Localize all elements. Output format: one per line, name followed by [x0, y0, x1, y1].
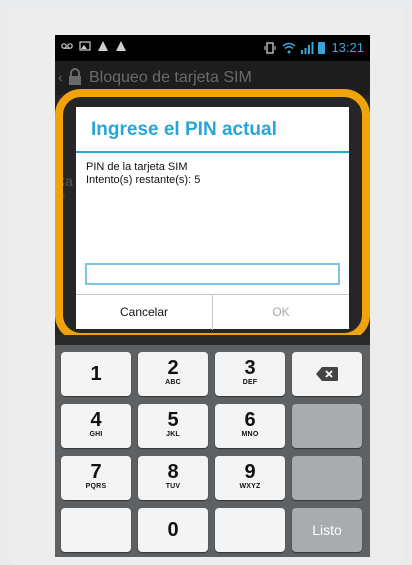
- back-chevron-icon[interactable]: ‹: [58, 69, 63, 85]
- key-letters: PQRS: [85, 483, 107, 490]
- sim-pin-label: PIN de la tarjeta SIM: [86, 161, 188, 173]
- battery-icon: [318, 41, 326, 54]
- dialog-title-divider: [76, 151, 349, 153]
- key-7[interactable]: 7 PQRS: [61, 456, 131, 500]
- app-bar-title: Bloqueo de tarjeta SIM: [89, 69, 252, 86]
- key-8[interactable]: 8 TUV: [138, 456, 208, 500]
- background-text: Js: [55, 191, 65, 202]
- numeric-keypad: 1 2 ABC 3 DEF 4 GHI 5 JKL 6 MNO 7 PQRS 8…: [55, 345, 370, 557]
- key-digit: 1: [90, 363, 102, 385]
- blank-key: [292, 456, 362, 500]
- pin-dialog: Ingrese el PIN actual PIN de la tarjeta …: [76, 107, 349, 330]
- blank-key: [61, 508, 131, 552]
- key-digit: 4: [90, 409, 102, 431]
- attempts-remaining: Intento(s) restante(s): 5: [86, 174, 201, 186]
- key-digit: 2: [167, 357, 179, 379]
- voicemail-icon: [61, 40, 73, 52]
- dialog-title: Ingrese el PIN actual: [91, 119, 277, 140]
- lock-icon: [69, 68, 81, 85]
- key-4[interactable]: 4 GHI: [61, 404, 131, 448]
- pin-input[interactable]: [85, 263, 340, 285]
- dialog-message: PIN de la tarjeta SIM Intento(s) restant…: [86, 161, 200, 187]
- key-letters: MNO: [241, 431, 259, 438]
- backspace-key[interactable]: [292, 352, 362, 396]
- key-digit: 7: [90, 461, 102, 483]
- keyboard-divider: [55, 335, 370, 345]
- ok-button[interactable]: OK: [213, 295, 349, 330]
- warning-icon: [97, 40, 109, 52]
- key-digit: 8: [167, 461, 179, 483]
- key-letters: GHI: [89, 431, 103, 438]
- key-letters: JKL: [166, 431, 180, 438]
- image-icon: [79, 40, 91, 52]
- key-5[interactable]: 5 JKL: [138, 404, 208, 448]
- clock: 13:21: [331, 40, 364, 55]
- key-digit: 0: [167, 519, 179, 541]
- key-letters: TUV: [165, 483, 181, 490]
- key-digit: 3: [244, 357, 256, 379]
- key-digit: 5: [167, 409, 179, 431]
- app-bar: ‹ Bloqueo de tarjeta SIM: [55, 61, 370, 95]
- done-button[interactable]: Listo: [292, 508, 362, 552]
- wifi-icon: [282, 42, 296, 54]
- key-9[interactable]: 9 WXYZ: [215, 456, 285, 500]
- key-letters: ABC: [165, 379, 181, 386]
- signal-icon: [300, 41, 314, 54]
- key-2[interactable]: 2 ABC: [138, 352, 208, 396]
- warning-icon: [115, 40, 127, 52]
- key-3[interactable]: 3 DEF: [215, 352, 285, 396]
- key-digit: 6: [244, 409, 256, 431]
- blank-key: [292, 404, 362, 448]
- dialog-button-bar: Cancelar OK: [76, 294, 349, 330]
- key-1[interactable]: 1: [61, 352, 131, 396]
- key-digit: 9: [244, 461, 256, 483]
- key-letters: DEF: [242, 379, 258, 386]
- phone-screen: 13:21 ‹ Bloqueo de tarjeta SIM o Ca Js I…: [55, 35, 370, 557]
- cancel-button[interactable]: Cancelar: [76, 295, 213, 330]
- key-6[interactable]: 6 MNO: [215, 404, 285, 448]
- key-0[interactable]: 0: [138, 508, 208, 552]
- background-text: Ca: [55, 173, 73, 189]
- status-bar: 13:21: [55, 35, 370, 61]
- key-letters: WXYZ: [239, 483, 261, 490]
- vibrate-icon: [264, 41, 276, 54]
- blank-key: [215, 508, 285, 552]
- backspace-icon: [316, 367, 338, 381]
- background-text: o: [56, 137, 63, 151]
